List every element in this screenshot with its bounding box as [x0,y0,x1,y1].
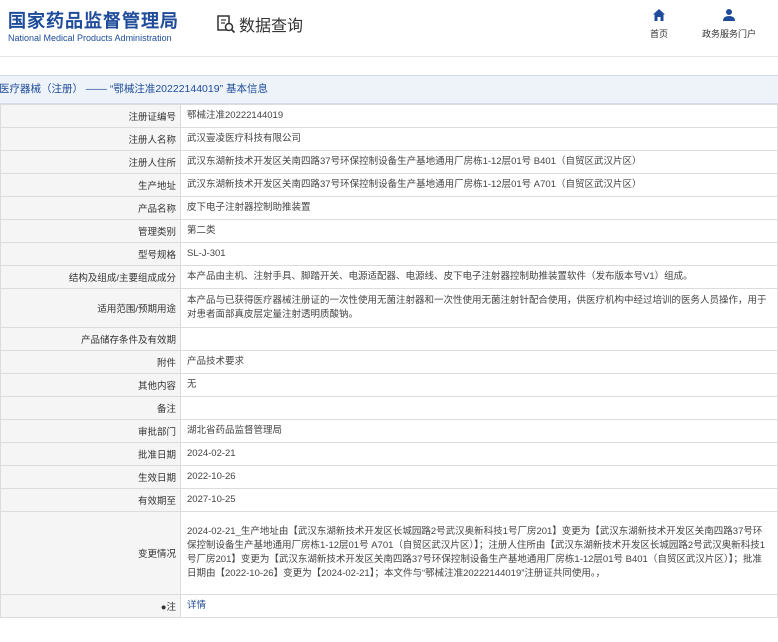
field-value: 2024-02-21 [180,442,778,466]
field-value: 2024-02-21_生产地址由【武汉东湖新技术开发区长城园路2号武汉奥新科技1… [180,511,778,595]
field-value [180,396,778,420]
field-label: 批准日期 [0,442,181,466]
field-label: 产品名称 [0,196,181,220]
data-query-link[interactable]: 数据查询 [216,12,303,36]
table-row: 审批部门 湖北省药品监督管理局 [0,419,778,443]
table-row: 型号规格 SL-J-301 [0,242,778,266]
field-label: 型号规格 [0,242,181,266]
table-row: 变更情况 2024-02-21_生产地址由【武汉东湖新技术开发区长城园路2号武汉奥… [0,511,778,595]
nav-services-label: 政务服务门户 [702,29,757,39]
field-value: SL-J-301 [180,242,778,266]
table-row: 注册人住所 武汉东湖新技术开发区关南四路37号环保控制设备生产基地通用厂房栋1-1… [0,150,778,174]
table-row: 生效日期 2022-10-26 [0,465,778,489]
table-row: 生产地址 武汉东湖新技术开发区关南四路37号环保控制设备生产基地通用厂房栋1-12… [0,173,778,197]
table-row: 附件 产品技术要求 [0,350,778,374]
field-value: 2022-10-26 [180,465,778,489]
table-row: 注册证编号 鄂械注准20222144019 [0,104,778,128]
home-icon [653,9,665,21]
field-label: 生产地址 [0,173,181,197]
field-value: 2027-10-25 [180,488,778,512]
table-row: 产品储存条件及有效期 [0,327,778,351]
table-row: 有效期至 2027-10-25 [0,488,778,512]
table-row: 适用范围/预期用途 本产品与已获得医疗器械注册证的一次性使用无菌注射器和一次性使用… [0,288,778,328]
field-label: 注册证编号 [0,104,181,128]
table-row: 其他内容无 [0,373,778,397]
field-value [180,327,778,351]
field-label: 产品储存条件及有效期 [0,327,181,351]
details-link[interactable]: 详情 [187,600,206,611]
field-label: ●注 [0,594,181,618]
field-value: 武汉东湖新技术开发区关南四路37号环保控制设备生产基地通用厂房栋1-12层01号… [180,173,778,197]
nav-home-label: 首页 [650,29,669,39]
field-label: 其他内容 [0,373,181,397]
table-row: 管理类别 第二类 [0,219,778,243]
field-value: 本产品与已获得医疗器械注册证的一次性使用无菌注射器和一次性使用无菌注射针配合使用… [180,288,778,328]
field-value: 武汉东湖新技术开发区关南四路37号环保控制设备生产基地通用厂房栋1-12层01号… [180,150,778,174]
nav-home[interactable]: 首页 [650,8,668,40]
field-value: 详情 [180,594,778,618]
field-label: 审批部门 [0,419,181,443]
breadcrumb-text: 医疗器械（注册） —— “鄂械注准20222144019” 基本信息 [0,83,268,95]
field-label: 生效日期 [0,465,181,489]
field-value: 无 [180,373,778,397]
data-query-label: 数据查询 [239,18,304,35]
site-header: 国家药品监督管理局 National Medical Products Admi… [0,0,778,57]
table-row: 结构及组成/主要组成成分 本产品由主机、注射手具、脚踏开关、电源适配器、电源线、皮… [0,265,778,289]
field-value: 鄂械注准20222144019 [180,104,778,128]
logo-title[interactable]: 国家药品监督管理局 [8,7,179,33]
table-row: 注册人名称 武汉壹凌医疗科技有限公司 [0,127,778,151]
field-label: 适用范围/预期用途 [0,288,181,328]
table-row: 产品名称 皮下电子注射器控制助推装置 [0,196,778,220]
table-row: 批准日期 2024-02-21 [0,442,778,466]
field-value: 第二类 [180,219,778,243]
field-value: 产品技术要求 [180,350,778,374]
field-label: 变更情况 [0,511,181,595]
logo-subtitle: National Medical Products Administration [8,33,172,43]
field-value: 武汉壹凌医疗科技有限公司 [180,127,778,151]
user-icon [723,9,735,21]
field-label: 管理类别 [0,219,181,243]
field-value: 皮下电子注射器控制助推装置 [180,196,778,220]
field-label: 结构及组成/主要组成成分 [0,265,181,289]
detail-table: 注册证编号 鄂械注准20222144019 注册人名称 武汉壹凌医疗科技有限公司 注册人… [0,104,778,618]
field-value: 湖北省药品监督管理局 [180,419,778,443]
table-row: ●注 详情 [0,594,778,618]
field-label: 注册人名称 [0,127,181,151]
field-label: 附件 [0,350,181,374]
nav-services[interactable]: 政务服务门户 [702,8,756,40]
field-label: 注册人住所 [0,150,181,174]
field-value: 本产品由主机、注射手具、脚踏开关、电源适配器、电源线、皮下电子注射器控制助推装置… [180,265,778,289]
breadcrumb: 医疗器械（注册） —— “鄂械注准20222144019” 基本信息 [0,75,778,104]
field-label: 有效期至 [0,488,181,512]
search-document-icon [217,15,236,34]
field-label: 备注 [0,396,181,420]
table-row: 备注 [0,396,778,420]
